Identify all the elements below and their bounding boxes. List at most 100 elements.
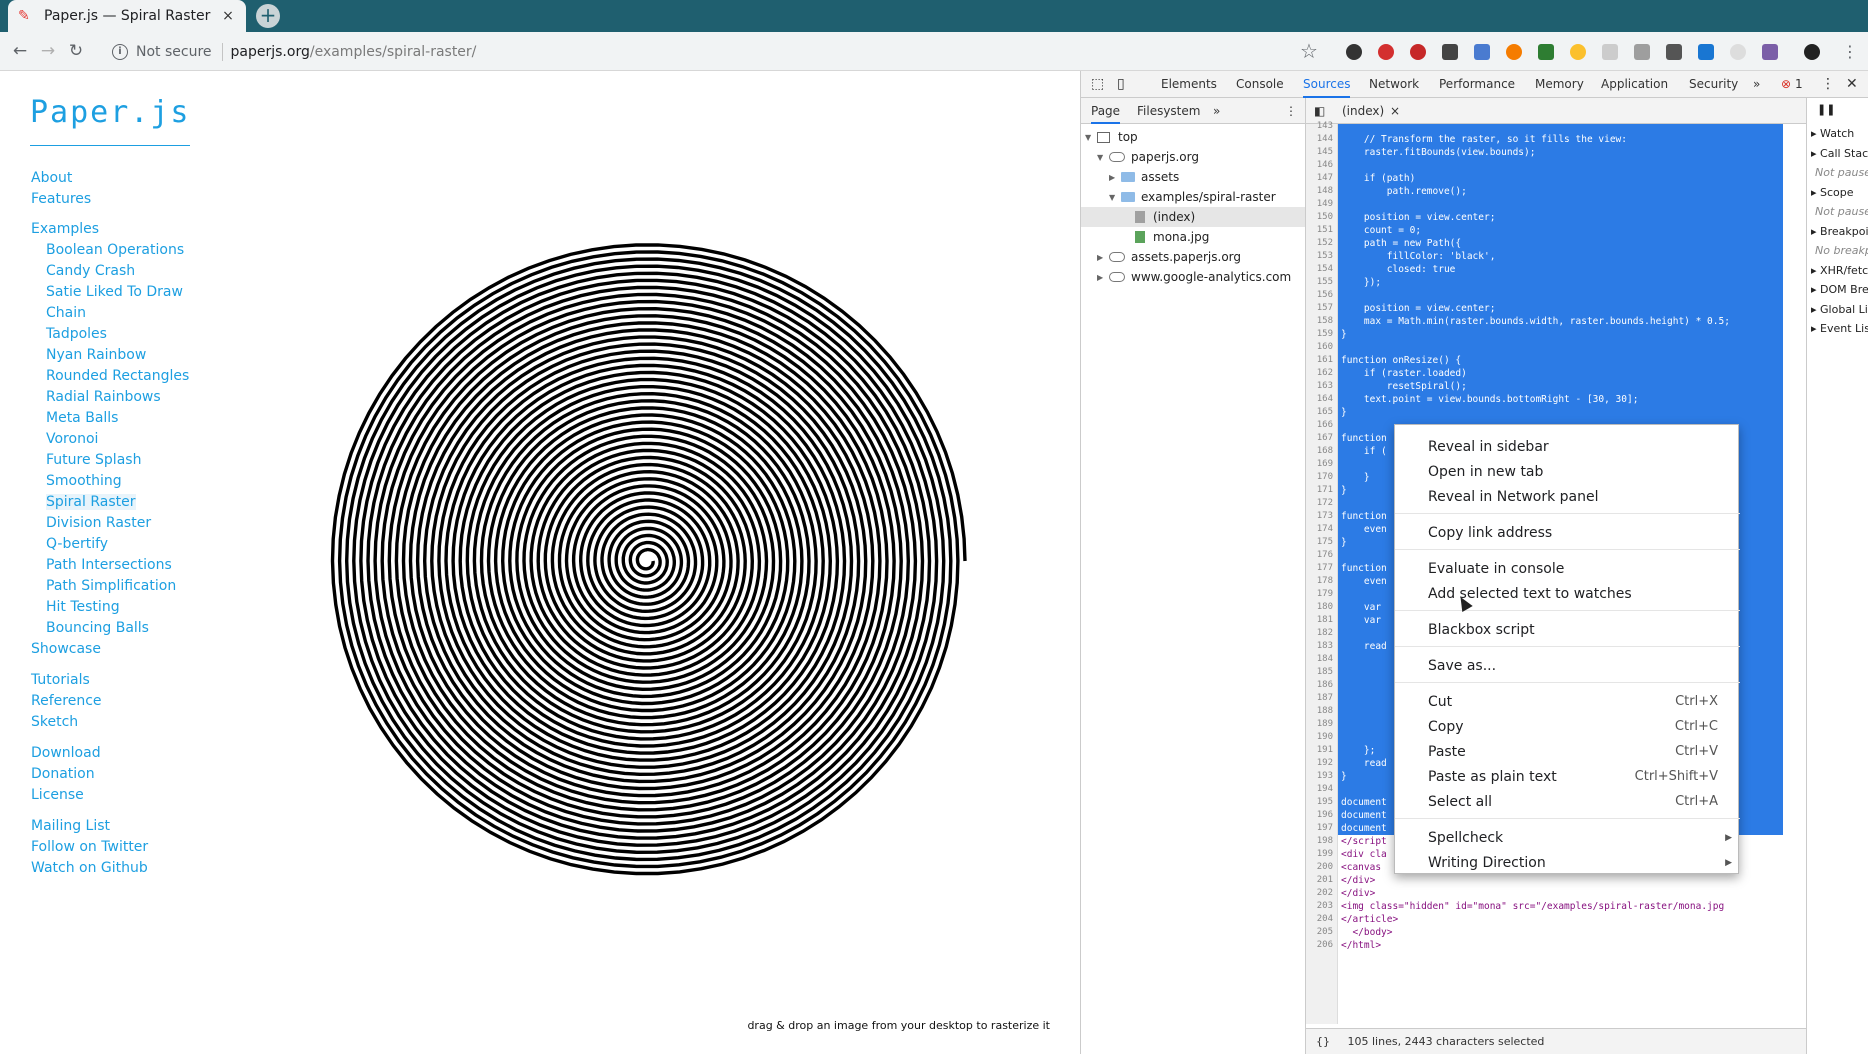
code-line[interactable]: </div> bbox=[1341, 874, 1375, 887]
section-header[interactable]: ▸ Breakpoints bbox=[1811, 222, 1868, 242]
url-host[interactable]: paperjs.org bbox=[231, 44, 310, 60]
code-line[interactable]: if (path) bbox=[1341, 172, 1415, 185]
device-toolbar-icon[interactable]: ▯ bbox=[1117, 71, 1125, 98]
example-link[interactable]: Smoothing bbox=[46, 473, 122, 489]
code-line[interactable]: fillColor: 'black', bbox=[1341, 250, 1496, 263]
example-link[interactable]: Rounded Rectangles bbox=[46, 368, 189, 384]
context-menu-item[interactable]: Paste Ctrl+V bbox=[1395, 740, 1740, 764]
spiral-raster-canvas[interactable] bbox=[326, 240, 968, 882]
nav-link-examples[interactable]: Examples bbox=[31, 221, 99, 237]
extension-icon[interactable] bbox=[1666, 43, 1682, 60]
extension-icon[interactable] bbox=[1474, 43, 1490, 60]
context-menu-item[interactable]: Open in new tab bbox=[1395, 460, 1740, 484]
section-header[interactable]: ▸ Scope bbox=[1811, 183, 1854, 203]
devtools-tab-network[interactable]: Network bbox=[1369, 71, 1419, 98]
code-line[interactable]: path.remove(); bbox=[1341, 185, 1467, 198]
code-line[interactable]: count = 0; bbox=[1341, 224, 1421, 237]
context-menu-item[interactable]: Evaluate in console bbox=[1395, 557, 1740, 581]
code-line[interactable]: position = view.center; bbox=[1341, 211, 1496, 224]
code-line[interactable]: </div> bbox=[1341, 887, 1375, 900]
nav-link-download[interactable]: Download bbox=[31, 745, 101, 761]
devtools-tab-memory[interactable]: Memory bbox=[1535, 71, 1584, 98]
code-line[interactable]: } bbox=[1341, 484, 1347, 497]
nav-link-github[interactable]: Watch on Github bbox=[31, 860, 148, 876]
tree-item-index[interactable]: (index) bbox=[1135, 208, 1195, 226]
example-link[interactable]: Division Raster bbox=[46, 515, 151, 531]
devtools-close-icon[interactable]: ✕ bbox=[1846, 71, 1858, 98]
example-link[interactable]: Radial Rainbows bbox=[46, 389, 161, 405]
navigator-tab-page[interactable]: Page bbox=[1091, 98, 1121, 124]
tree-item-top[interactable]: ▼ top bbox=[1085, 128, 1138, 146]
browser-tab[interactable]: ✎ Paper.js — Spiral Raster × bbox=[8, 0, 246, 32]
example-link[interactable]: Tadpoles bbox=[46, 326, 107, 342]
code-line[interactable]: function bbox=[1341, 432, 1387, 445]
context-menu-item[interactable]: Copy Ctrl+C bbox=[1395, 715, 1740, 739]
example-link[interactable]: Q-bertify bbox=[46, 536, 108, 552]
code-line[interactable]: // Transform the raster, so it fills the… bbox=[1341, 133, 1627, 146]
devtools-tab-sources[interactable]: Sources bbox=[1303, 71, 1351, 98]
editor-tab-index[interactable]: (index) bbox=[1342, 98, 1384, 124]
extension-icon[interactable] bbox=[1570, 43, 1586, 60]
url-path[interactable]: /examples/spiral-raster/ bbox=[310, 44, 477, 60]
devtools-menu-icon[interactable]: ⋮ bbox=[1821, 71, 1835, 98]
section-header[interactable]: ▸ Event Listeners bbox=[1811, 319, 1868, 339]
nav-link-sketch[interactable]: Sketch bbox=[31, 714, 78, 730]
nav-link-reference[interactable]: Reference bbox=[31, 693, 102, 709]
section-header[interactable]: ▸ XHR/fetch Breakpoints bbox=[1811, 261, 1868, 281]
context-menu-item[interactable]: Reveal in Network panel bbox=[1395, 485, 1740, 509]
tree-item-assets-host[interactable]: ▶ assets.paperjs.org bbox=[1097, 248, 1241, 266]
nav-link-mailing-list[interactable]: Mailing List bbox=[31, 818, 110, 834]
pause-icon[interactable]: ❚❚ bbox=[1817, 100, 1835, 120]
example-link[interactable]: Voronoi bbox=[46, 431, 98, 447]
nav-link-donation[interactable]: Donation bbox=[31, 766, 95, 782]
code-line[interactable]: document bbox=[1341, 809, 1387, 822]
tree-item-examples[interactable]: ▼ examples/spiral-raster bbox=[1109, 188, 1276, 206]
code-line[interactable]: position = view.center; bbox=[1341, 302, 1496, 315]
navigator-menu-icon[interactable]: ⋮ bbox=[1285, 98, 1297, 124]
devtools-tab-elements[interactable]: Elements bbox=[1161, 71, 1217, 98]
tab-close-icon[interactable]: × bbox=[220, 8, 236, 24]
code-line[interactable]: document bbox=[1341, 796, 1387, 809]
example-link[interactable]: Candy Crash bbox=[46, 263, 135, 279]
code-line[interactable]: <img class="hidden" id="mona" src="/exam… bbox=[1341, 900, 1724, 913]
code-line[interactable]: <div cla bbox=[1341, 848, 1387, 861]
example-link[interactable]: Bouncing Balls bbox=[46, 620, 149, 636]
example-link[interactable]: Spiral Raster bbox=[46, 494, 136, 510]
navigator-tab-filesystem[interactable]: Filesystem bbox=[1137, 98, 1200, 124]
extension-icon[interactable] bbox=[1730, 43, 1746, 60]
editor-tab-close-icon[interactable]: × bbox=[1390, 98, 1400, 124]
extension-icon[interactable] bbox=[1506, 43, 1522, 60]
context-menu-item[interactable]: Writing Direction ▶ bbox=[1395, 851, 1740, 875]
code-line[interactable]: path = new Path({ bbox=[1341, 237, 1461, 250]
error-count[interactable]: 1 bbox=[1795, 71, 1803, 98]
forward-icon[interactable]: → bbox=[34, 41, 62, 61]
example-link[interactable]: Chain bbox=[46, 305, 86, 321]
section-header[interactable]: ▸ Watch bbox=[1811, 124, 1854, 144]
context-menu-item[interactable]: Spellcheck ▶ bbox=[1395, 826, 1740, 850]
code-line[interactable]: }); bbox=[1341, 276, 1381, 289]
extension-icon[interactable] bbox=[1602, 43, 1618, 60]
code-line[interactable]: max = Math.min(raster.bounds.width, rast… bbox=[1341, 315, 1730, 328]
context-menu-item[interactable]: Add selected text to watches bbox=[1395, 582, 1740, 606]
extension-icon[interactable] bbox=[1634, 43, 1650, 60]
back-icon[interactable]: ← bbox=[6, 41, 34, 61]
code-line[interactable]: function onResize() { bbox=[1341, 354, 1461, 367]
error-icon[interactable]: ⊗ bbox=[1781, 71, 1791, 98]
inspect-icon[interactable]: ⬚ bbox=[1091, 71, 1104, 98]
example-link[interactable]: Path Simplification bbox=[46, 578, 176, 594]
code-line[interactable]: document bbox=[1341, 822, 1387, 835]
extension-icon[interactable] bbox=[1410, 43, 1426, 60]
code-line[interactable]: </html> bbox=[1341, 939, 1381, 952]
address-bar[interactable]: i Not secure paperjs.org/examples/spiral… bbox=[112, 32, 476, 71]
more-navigator-icon[interactable]: » bbox=[1213, 98, 1220, 124]
code-line[interactable]: } bbox=[1341, 536, 1347, 549]
example-link[interactable]: Path Intersections bbox=[46, 557, 172, 573]
code-line[interactable]: text.point = view.bounds.bottomRight - [… bbox=[1341, 393, 1639, 406]
nav-link-license[interactable]: License bbox=[31, 787, 84, 803]
code-line[interactable]: </body> bbox=[1341, 926, 1392, 939]
code-line[interactable]: } bbox=[1341, 770, 1347, 783]
devtools-tab-application[interactable]: Application bbox=[1601, 71, 1668, 98]
code-line[interactable]: } bbox=[1341, 406, 1347, 419]
nav-link-tutorials[interactable]: Tutorials bbox=[31, 672, 90, 688]
extension-icon[interactable] bbox=[1762, 43, 1778, 60]
